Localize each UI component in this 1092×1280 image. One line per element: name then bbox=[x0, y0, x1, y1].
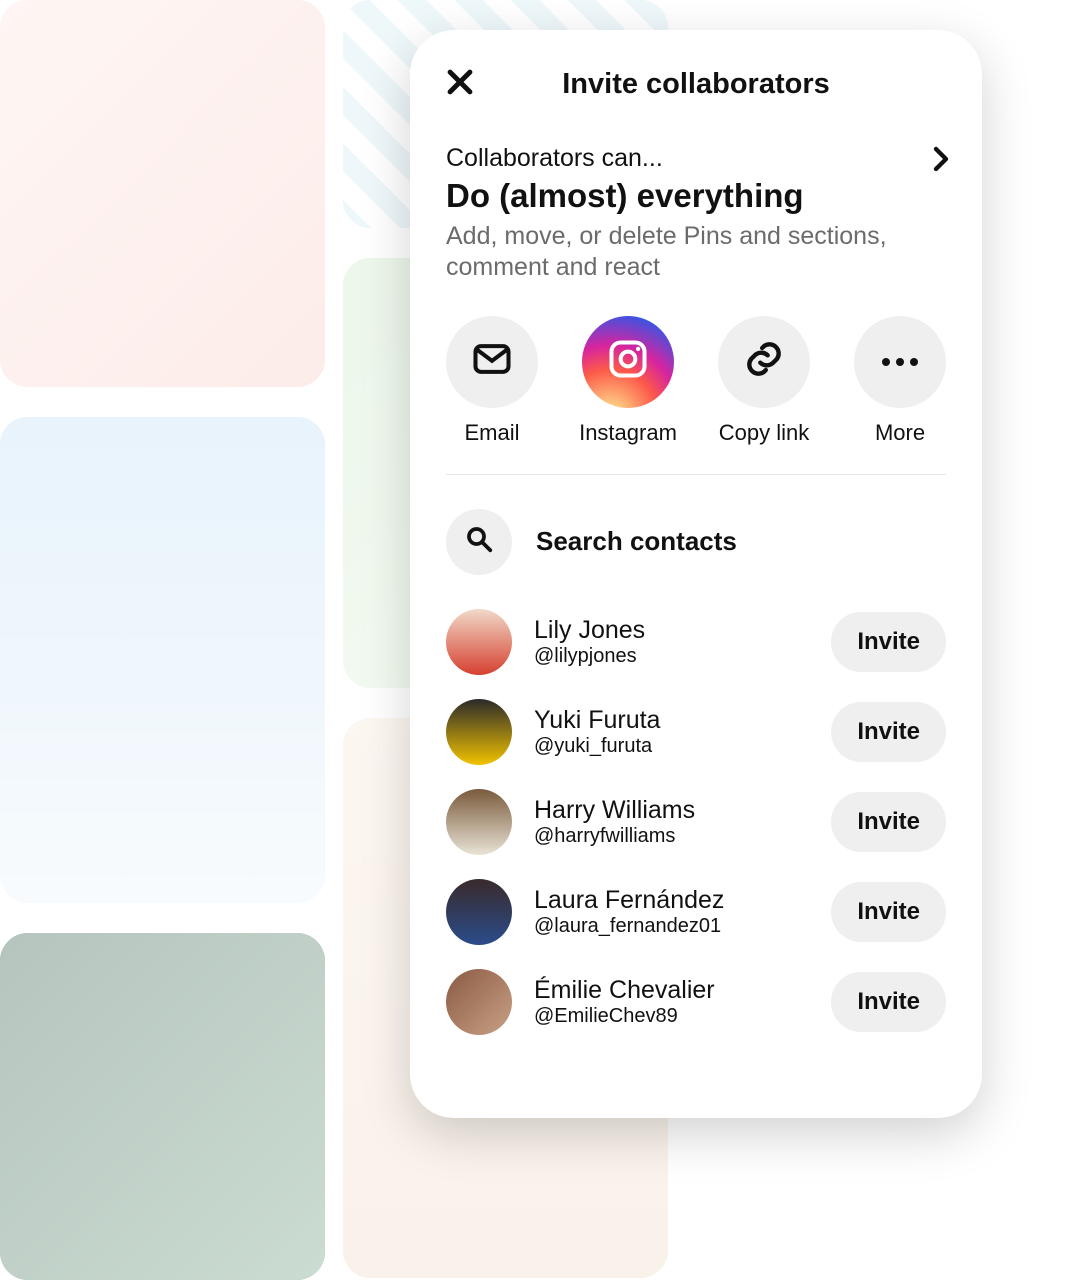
modal-header: Invite collaborators bbox=[410, 30, 982, 138]
pin-card bbox=[0, 417, 325, 903]
invite-button[interactable]: Invite bbox=[831, 612, 946, 672]
contact-row: Harry Williams @harryfwilliams Invite bbox=[446, 777, 946, 867]
search-icon bbox=[464, 524, 494, 559]
share-options-row: Email Instagram bbox=[410, 312, 982, 474]
contact-handle: @laura_fernandez01 bbox=[534, 915, 809, 938]
contact-name: Lily Jones bbox=[534, 616, 809, 645]
instagram-icon bbox=[606, 337, 650, 386]
share-instagram-button[interactable]: Instagram bbox=[562, 316, 694, 446]
close-button[interactable] bbox=[438, 62, 482, 106]
contact-name: Yuki Furuta bbox=[534, 706, 809, 735]
contact-row: Laura Fernández @laura_fernandez01 Invit… bbox=[446, 867, 946, 957]
permission-description: Add, move, or delete Pins and sections, … bbox=[446, 221, 946, 284]
link-icon bbox=[742, 337, 786, 386]
invite-collaborators-modal: Invite collaborators Collaborators can..… bbox=[410, 30, 982, 1118]
more-icon bbox=[879, 353, 921, 371]
permission-caption: Collaborators can... bbox=[446, 144, 946, 173]
chevron-right-icon bbox=[926, 144, 956, 174]
avatar bbox=[446, 699, 512, 765]
contact-handle: @lilypjones bbox=[534, 645, 809, 668]
invite-button[interactable]: Invite bbox=[831, 882, 946, 942]
invite-button[interactable]: Invite bbox=[831, 702, 946, 762]
avatar bbox=[446, 879, 512, 945]
contact-handle: @yuki_furuta bbox=[534, 735, 809, 758]
share-label: Instagram bbox=[579, 420, 677, 446]
invite-button[interactable]: Invite bbox=[831, 792, 946, 852]
contact-row: Yuki Furuta @yuki_furuta Invite bbox=[446, 687, 946, 777]
contact-row: Lily Jones @lilypjones Invite bbox=[446, 597, 946, 687]
permission-section[interactable]: Collaborators can... Do (almost) everyth… bbox=[410, 138, 982, 312]
email-icon bbox=[470, 337, 514, 386]
pin-card bbox=[0, 933, 325, 1280]
contact-handle: @harryfwilliams bbox=[534, 825, 809, 848]
invite-button[interactable]: Invite bbox=[831, 972, 946, 1032]
close-icon bbox=[443, 65, 477, 104]
contacts-list: Lily Jones @lilypjones Invite Yuki Furut… bbox=[410, 597, 982, 1047]
share-label: More bbox=[875, 420, 925, 446]
contact-name: Émilie Chevalier bbox=[534, 976, 809, 1005]
search-contacts-input[interactable]: Search contacts bbox=[410, 475, 982, 597]
contact-name: Harry Williams bbox=[534, 796, 809, 825]
permission-title: Do (almost) everything bbox=[446, 177, 946, 215]
share-email-button[interactable]: Email bbox=[426, 316, 558, 446]
contact-handle: @EmilieChev89 bbox=[534, 1005, 809, 1028]
avatar bbox=[446, 969, 512, 1035]
share-copy-link-button[interactable]: Copy link bbox=[698, 316, 830, 446]
search-placeholder: Search contacts bbox=[536, 526, 737, 557]
contact-row: Émilie Chevalier @EmilieChev89 Invite bbox=[446, 957, 946, 1047]
share-label: Email bbox=[464, 420, 519, 446]
pin-card bbox=[0, 0, 325, 387]
share-label: Copy link bbox=[719, 420, 809, 446]
share-more-button[interactable]: More bbox=[834, 316, 966, 446]
modal-title: Invite collaborators bbox=[562, 68, 830, 101]
avatar bbox=[446, 609, 512, 675]
avatar bbox=[446, 789, 512, 855]
contact-name: Laura Fernández bbox=[534, 886, 809, 915]
